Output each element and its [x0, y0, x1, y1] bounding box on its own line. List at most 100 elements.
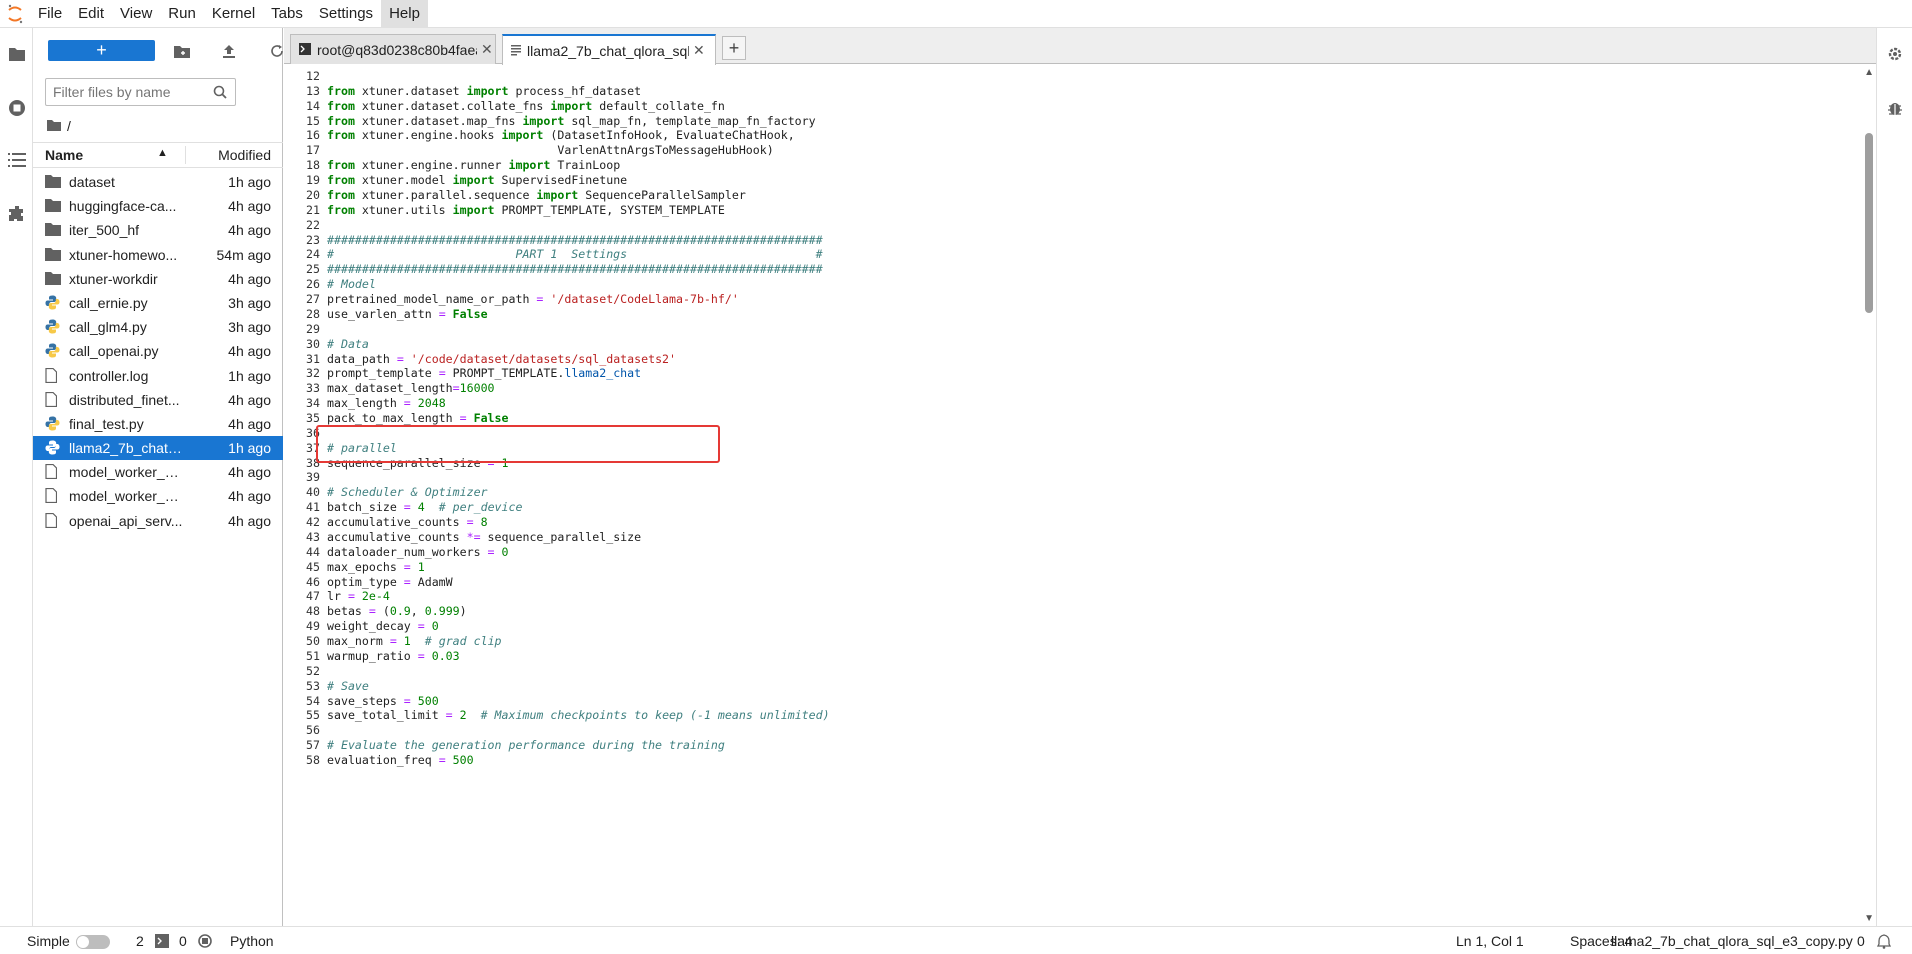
menu-file[interactable]: File [30, 0, 70, 28]
code-line[interactable]: from xtuner.utils import PROMPT_TEMPLATE… [327, 203, 725, 217]
menu-tabs[interactable]: Tabs [263, 0, 311, 28]
code-line[interactable]: pretrained_model_name_or_path = '/datase… [327, 292, 739, 306]
upload-icon[interactable] [218, 40, 240, 62]
file-list-item[interactable]: xtuner-workdir 4h ago [33, 267, 283, 291]
cursor-position[interactable]: Ln 1, Col 1 [1456, 933, 1524, 949]
column-modified-header[interactable]: Modified [218, 147, 271, 163]
code-line[interactable]: VarlenAttnArgsToMessageHubHook) [327, 143, 773, 157]
new-folder-icon[interactable] [171, 40, 193, 62]
code-line[interactable]: # Model [327, 277, 376, 291]
code-line[interactable]: save_steps = 500 [327, 694, 439, 708]
menu-run[interactable]: Run [160, 0, 204, 28]
code-line[interactable]: # Data [327, 337, 369, 351]
jupyter-logo-icon [0, 0, 30, 28]
code-line[interactable]: from xtuner.engine.runner import TrainLo… [327, 158, 620, 172]
file-browser-tab-icon[interactable] [0, 34, 33, 74]
file-list-item[interactable]: llama2_7b_chat_... 1h ago [33, 436, 283, 461]
property-inspector-gear-icon[interactable] [1883, 42, 1907, 66]
code-line[interactable]: from xtuner.dataset.map_fns import sql_m… [327, 114, 816, 128]
code-line[interactable]: # Evaluate the generation performance du… [327, 738, 725, 752]
code-line[interactable]: from xtuner.engine.hooks import (Dataset… [327, 128, 795, 142]
file-list-item[interactable]: call_ernie.py 3h ago [33, 291, 283, 315]
scroll-down-icon[interactable]: ▼ [1864, 913, 1874, 924]
kernels-count[interactable]: 0 [179, 933, 187, 949]
file-list-item[interactable]: controller.log 1h ago [33, 364, 283, 388]
file-list-item[interactable]: model_worker_6... 4h ago [33, 484, 283, 508]
debugger-bug-icon[interactable] [1883, 96, 1907, 120]
scroll-up-icon[interactable]: ▲ [1864, 67, 1874, 78]
code-line[interactable]: lr = 2e-4 [327, 589, 390, 603]
code-line[interactable]: accumulative_counts = 8 [327, 515, 488, 529]
simple-mode-toggle[interactable] [76, 935, 110, 949]
menu-settings[interactable]: Settings [311, 0, 381, 28]
file-list-item[interactable]: call_openai.py 4h ago [33, 339, 283, 363]
running-sessions-icon[interactable] [0, 88, 33, 128]
extension-manager-icon[interactable] [0, 194, 33, 234]
code-line[interactable]: max_norm = 1 # grad clip [327, 634, 502, 648]
code-line[interactable]: # Scheduler & Optimizer [327, 485, 488, 499]
file-filter-input[interactable] [46, 79, 206, 105]
code-line[interactable]: max_dataset_length=16000 [327, 381, 495, 395]
code-editor[interactable]: 12 13 from xtuner.dataset import process_h… [284, 65, 1876, 926]
code-line[interactable]: optim_type = AdamW [327, 575, 453, 589]
menu-view[interactable]: View [112, 0, 160, 28]
table-of-contents-icon[interactable] [0, 140, 33, 180]
code-line[interactable]: from xtuner.dataset.collate_fns import d… [327, 99, 725, 113]
code-line[interactable]: save_total_limit = 2 # Maximum checkpoin… [327, 708, 830, 722]
code-line[interactable]: use_varlen_attn = False [327, 307, 488, 321]
code-line[interactable]: prompt_template = PROMPT_TEMPLATE.llama2… [327, 366, 641, 380]
home-folder-icon[interactable] [47, 118, 61, 134]
file-list-item[interactable]: huggingface-ca... 4h ago [33, 194, 283, 218]
file-name: controller.log [69, 367, 149, 384]
file-list-item[interactable]: call_glm4.py 3h ago [33, 315, 283, 339]
code-line[interactable]: pack_to_max_length = False [327, 411, 509, 425]
file-list-item[interactable]: iter_500_hf 4h ago [33, 218, 283, 242]
notification-bell-icon[interactable] [1876, 934, 1892, 952]
add-tab-button[interactable]: + [722, 36, 746, 60]
code-line[interactable]: ########################################… [327, 233, 823, 247]
tab-editor-close-icon[interactable]: ✕ [693, 42, 705, 59]
file-list-item[interactable]: final_test.py 4h ago [33, 412, 283, 436]
scrollbar-thumb[interactable] [1865, 133, 1873, 313]
menu-edit[interactable]: Edit [70, 0, 112, 28]
code-line[interactable]: warmup_ratio = 0.03 [327, 649, 460, 663]
kernel-name[interactable]: Python [230, 933, 274, 949]
column-divider[interactable] [185, 146, 186, 164]
tab-terminal[interactable]: root@q83d0238c80b4faea ✕ [290, 34, 496, 64]
tab-terminal-close-icon[interactable]: ✕ [481, 41, 493, 58]
code-line[interactable]: from xtuner.parallel.sequence import Seq… [327, 188, 746, 202]
column-name-header[interactable]: Name [45, 147, 83, 163]
file-list-item[interactable]: xtuner-homewo... 54m ago [33, 243, 283, 267]
python-file-icon [45, 343, 61, 359]
code-line[interactable]: weight_decay = 0 [327, 619, 439, 633]
line-number: 28 [306, 306, 320, 321]
code-line[interactable]: from xtuner.dataset import process_hf_da… [327, 84, 641, 98]
file-icon [45, 464, 61, 480]
code-line[interactable]: evaluation_freq = 500 [327, 753, 474, 767]
file-list-item[interactable]: distributed_finet... 4h ago [33, 388, 283, 412]
code-line[interactable]: batch_size = 4 # per_device [327, 500, 522, 514]
file-list-item[interactable]: model_worker_5... 4h ago [33, 460, 283, 484]
file-list-item[interactable]: dataset 1h ago [33, 170, 283, 194]
breadcrumb-root[interactable]: / [67, 118, 71, 134]
code-line[interactable]: # PART 1 Settings # [327, 247, 823, 261]
code-line[interactable]: betas = (0.9, 0.999) [327, 604, 467, 618]
code-line[interactable]: # Save [327, 679, 369, 693]
menu-kernel[interactable]: Kernel [204, 0, 263, 28]
code-line[interactable]: max_length = 2048 [327, 396, 446, 410]
terminals-count[interactable]: 2 [136, 933, 144, 949]
code-line[interactable]: ########################################… [327, 262, 823, 276]
code-line[interactable]: accumulative_counts *= sequence_parallel… [327, 530, 641, 544]
editor-scrollbar[interactable]: ▲ ▼ [1862, 65, 1876, 926]
notifications-count[interactable]: 0 [1857, 933, 1865, 949]
code-line[interactable]: max_epochs = 1 [327, 560, 425, 574]
tab-editor[interactable]: llama2_7b_chat_qlora_sql_e3_copy.py ✕ [502, 34, 716, 65]
file-filter-search [45, 78, 236, 106]
code-line[interactable]: data_path = '/code/dataset/datasets/sql_… [327, 352, 676, 366]
code-line[interactable]: from xtuner.model import SupervisedFinet… [327, 173, 627, 187]
breadcrumb: / [47, 116, 71, 136]
menu-help[interactable]: Help [381, 0, 428, 28]
file-list-item[interactable]: openai_api_serv... 4h ago [33, 509, 283, 533]
code-line[interactable]: dataloader_num_workers = 0 [327, 545, 509, 559]
new-launcher-button[interactable]: + [48, 40, 155, 61]
